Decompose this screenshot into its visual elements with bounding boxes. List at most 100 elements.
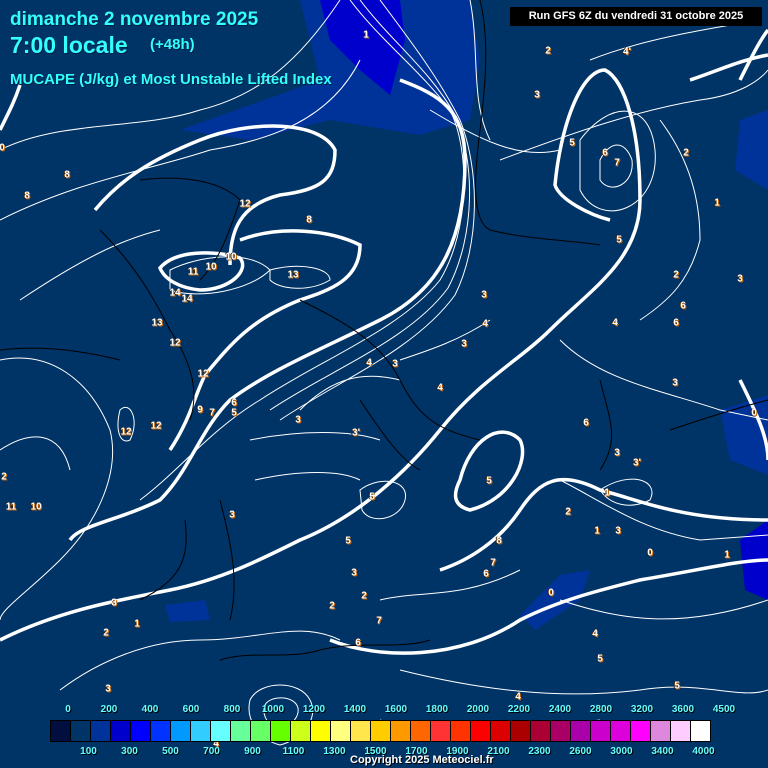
- lifted-index-label: 3: [105, 683, 111, 695]
- legend-tick-label: 2600: [569, 746, 592, 757]
- lifted-index-label: 5: [569, 137, 575, 149]
- legend-swatch: [51, 721, 71, 741]
- lifted-index-label: 2: [683, 147, 689, 159]
- mucape-area-sw: [165, 600, 210, 622]
- lifted-index-label: 3: [461, 338, 467, 350]
- lifted-index-label: 6: [355, 637, 361, 649]
- lifted-index-label: 4': [623, 46, 631, 58]
- legend-swatch: [151, 721, 171, 741]
- legend-tick-label: 900: [244, 746, 261, 757]
- lifted-index-label: 12: [239, 198, 251, 210]
- lifted-index-label: 10: [205, 261, 217, 273]
- lifted-index-label: 11: [187, 266, 199, 278]
- lifted-index-label: 1: [714, 197, 720, 209]
- legend-tick-label: 3200: [630, 704, 654, 715]
- legend-swatch: [631, 721, 651, 741]
- legend-swatch: [91, 721, 111, 741]
- legend-tick-label: 1800: [425, 704, 449, 715]
- lifted-index-label: 6: [583, 417, 589, 429]
- legend-tick-label: 100: [80, 746, 97, 757]
- lifted-index-label: 8: [64, 169, 70, 181]
- lifted-index-label: 12: [120, 426, 132, 438]
- legend-swatch: [651, 721, 671, 741]
- lifted-index-label: 3: [614, 447, 620, 459]
- lifted-index-label: 8: [496, 535, 502, 547]
- legend-swatch: [351, 721, 371, 741]
- legend-tick-label: 800: [223, 704, 241, 715]
- legend-tick-label: 1400: [343, 704, 367, 715]
- lifted-index-label: 3': [633, 457, 641, 469]
- legend-swatch: [231, 721, 251, 741]
- lifted-index-label: 4: [437, 382, 443, 394]
- lifted-index-label: 6: [602, 147, 608, 159]
- lifted-index-label: 4: [482, 318, 488, 330]
- lifted-index-label: 3: [392, 358, 398, 370]
- lifted-index-label: 4: [612, 317, 618, 329]
- legend-swatch: [411, 721, 431, 741]
- legend-swatch: [571, 721, 591, 741]
- lifted-index-label: 2: [565, 506, 571, 518]
- lifted-index-label: 3: [111, 597, 117, 609]
- legend-swatch: [331, 721, 351, 741]
- legend-tick-label: 4000: [692, 746, 715, 757]
- legend-swatch: [271, 721, 291, 741]
- lifted-index-label: 12: [169, 337, 181, 349]
- legend-tick-label: 4500: [712, 704, 736, 715]
- legend-swatch: [251, 721, 271, 741]
- legend-tick-label: 1200: [302, 704, 326, 715]
- legend-tick-label: 3600: [671, 704, 695, 715]
- legend-tick-label: 0: [65, 704, 71, 715]
- legend-swatch: [611, 721, 631, 741]
- legend-swatch: [391, 721, 411, 741]
- lifted-index-label: 3: [295, 414, 301, 426]
- lifted-index-label: 7: [614, 157, 620, 169]
- legend-swatch: [131, 721, 151, 741]
- lifted-index-label: 7: [490, 557, 496, 569]
- legend-swatch: [431, 721, 451, 741]
- lifted-index-label: 2: [545, 45, 551, 57]
- mucape-area-south: [520, 570, 590, 630]
- legend-tick-label: 2400: [548, 704, 572, 715]
- lifted-index-label: 2: [361, 590, 367, 602]
- lifted-index-label: 7: [376, 615, 382, 627]
- lifted-index-label: 5: [369, 491, 375, 503]
- lifted-index-label: 1: [724, 549, 730, 561]
- lifted-index-label: 10: [225, 251, 237, 263]
- legend-tick-label: 2800: [589, 704, 613, 715]
- lifted-index-label: 13: [151, 317, 163, 329]
- lifted-index-label: 10: [30, 501, 42, 513]
- legend-tick-label: 500: [162, 746, 179, 757]
- color-scale-legend: [50, 720, 711, 742]
- legend-swatch: [111, 721, 131, 741]
- lifted-index-label: 5: [231, 407, 237, 419]
- lifted-index-label: 5: [345, 535, 351, 547]
- legend-tick-label: 300: [121, 746, 138, 757]
- lifted-index-label: 1: [363, 29, 369, 41]
- lifted-index-label: 14: [181, 293, 193, 305]
- copyright: Copyright 2025 Meteociel.fr: [350, 754, 494, 766]
- legend-tick-label: 2000: [466, 704, 490, 715]
- lifted-index-label: 11: [5, 501, 17, 513]
- lifted-index-label: 3: [351, 567, 357, 579]
- map-canvas: [0, 0, 768, 746]
- lifted-index-label: 8: [306, 214, 312, 226]
- forecast-time: 7:00 locale: [10, 32, 128, 58]
- lifted-index-label: 4: [515, 691, 521, 703]
- lifted-index-label: 2: [673, 269, 679, 281]
- lifted-index-label: 6: [673, 317, 679, 329]
- legend-tick-label: 2200: [507, 704, 531, 715]
- lifted-index-label: 2: [329, 600, 335, 612]
- forecast-lead: (+48h): [150, 36, 195, 53]
- legend-swatch: [691, 721, 710, 741]
- lifted-index-label: 6: [483, 568, 489, 580]
- lifted-index-label: 12: [150, 420, 162, 432]
- legend-swatch: [311, 721, 331, 741]
- legend-tick-label: 1300: [323, 746, 346, 757]
- lifted-index-label: 5: [486, 475, 492, 487]
- lifted-index-label: 5: [674, 680, 680, 692]
- lifted-index-label: 9: [197, 404, 203, 416]
- lifted-index-label: 4: [592, 628, 598, 640]
- legend-swatch: [291, 721, 311, 741]
- legend-swatch: [671, 721, 691, 741]
- legend-swatch: [511, 721, 531, 741]
